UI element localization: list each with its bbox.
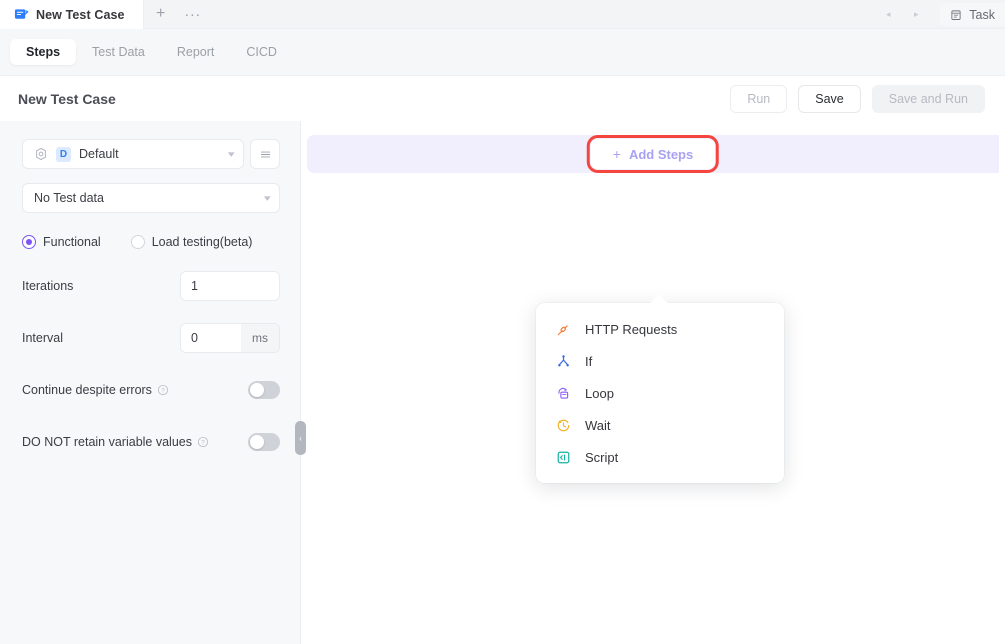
continue-despite-errors-row: Continue despite errors ? (22, 375, 280, 405)
task-chip[interactable]: Task (940, 3, 1005, 26)
test-mode-radio-group: Functional Load testing(beta) (22, 235, 280, 249)
script-icon (557, 451, 570, 463)
add-steps-banner: + Add Steps (307, 135, 999, 173)
main-area: D Default ▾ No Test data ▾ Functional Lo… (0, 121, 1005, 644)
interval-input[interactable] (181, 324, 241, 352)
interval-control: ms (180, 323, 280, 353)
menu-item-if[interactable]: If (536, 345, 784, 377)
loop-icon (558, 387, 569, 399)
chevron-down-icon: ▾ (228, 148, 236, 159)
iterations-label: Iterations (22, 279, 74, 293)
calendar-icon (951, 9, 961, 20)
environment-manage-button[interactable] (250, 139, 280, 169)
window-tab-bar-right: ◂ ▸ Task (874, 0, 1005, 29)
help-icon[interactable]: ? (157, 384, 169, 396)
test-data-value: No Test data (34, 191, 104, 205)
gear-icon (36, 147, 46, 161)
interval-row: Interval ms (22, 323, 280, 353)
menu-item-script[interactable]: Script (536, 441, 784, 473)
section-tabs: Steps Test Data Report CICD (0, 29, 1005, 76)
new-tab-button[interactable]: + (144, 0, 178, 28)
tab-steps[interactable]: Steps (10, 39, 77, 65)
environment-badge: D (56, 146, 71, 162)
do-not-retain-text: DO NOT retain variable values (22, 435, 192, 449)
environment-row: D Default ▾ (22, 139, 280, 169)
hamburger-icon (260, 151, 270, 157)
continue-despite-errors-text: Continue despite errors (22, 383, 152, 397)
page-header: New Test Case Run Save Save and Run (0, 76, 1005, 121)
add-steps-label: Add Steps (628, 146, 694, 162)
tab-report[interactable]: Report (161, 39, 231, 65)
header-actions: Run Save Save and Run (730, 84, 985, 113)
save-button[interactable]: Save (798, 84, 861, 113)
continue-despite-errors-toggle[interactable] (248, 381, 280, 399)
svg-text:?: ? (161, 388, 165, 394)
add-step-menu: HTTP Requests If Loop Wait Script (536, 303, 784, 483)
iterations-control (180, 271, 280, 301)
environment-select[interactable]: D Default ▾ (22, 139, 244, 169)
sidebar-collapse-handle[interactable]: ‹ (295, 421, 306, 455)
save-and-run-button[interactable]: Save and Run (871, 84, 985, 113)
run-button[interactable]: Run (730, 84, 788, 113)
radio-load-testing-label: Load testing(beta) (151, 235, 253, 249)
environment-value: Default (79, 147, 119, 161)
test-case-icon (14, 9, 29, 19)
svg-text:?: ? (201, 440, 205, 446)
test-data-select[interactable]: No Test data ▾ (22, 183, 280, 213)
nav-back-button[interactable]: ◂ (874, 0, 902, 29)
interval-label: Interval (22, 331, 63, 345)
http-requests-icon (557, 324, 568, 335)
menu-item-http-requests[interactable]: HTTP Requests (536, 313, 784, 345)
tab-overflow-menu-button[interactable]: ··· (178, 0, 208, 28)
document-tab-title: New Test Case (36, 7, 125, 22)
wait-clock-icon (557, 419, 570, 431)
tab-test-data[interactable]: Test Data (76, 39, 161, 65)
do-not-retain-toggle[interactable] (248, 433, 280, 451)
menu-item-label: Script (585, 449, 619, 465)
if-branch-icon (558, 354, 569, 366)
do-not-retain-label: DO NOT retain variable values ? (22, 435, 209, 449)
menu-item-label: Loop (585, 385, 614, 401)
continue-despite-errors-label: Continue despite errors ? (22, 383, 169, 397)
menu-item-loop[interactable]: Loop (536, 377, 784, 409)
menu-item-label: HTTP Requests (585, 321, 678, 337)
window-tab-bar: New Test Case + ··· ◂ ▸ Task (0, 0, 1005, 29)
interval-unit: ms (241, 324, 279, 352)
help-icon[interactable]: ? (197, 436, 209, 448)
menu-item-wait[interactable]: Wait (536, 409, 784, 441)
iterations-row: Iterations (22, 271, 280, 301)
document-tab-new-test-case[interactable]: New Test Case (0, 0, 144, 29)
plus-icon: + (612, 146, 621, 162)
chevron-down-icon: ▾ (264, 192, 272, 203)
radio-load-testing[interactable] (130, 235, 145, 249)
menu-item-label: Wait (585, 417, 611, 433)
iterations-input[interactable] (181, 272, 279, 300)
radio-functional[interactable] (22, 235, 36, 249)
settings-sidebar: D Default ▾ No Test data ▾ Functional Lo… (0, 121, 306, 644)
task-chip-label: Task (969, 7, 995, 22)
nav-forward-button[interactable]: ▸ (902, 0, 930, 29)
tab-cicd[interactable]: CICD (230, 39, 293, 65)
do-not-retain-row: DO NOT retain variable values ? (22, 427, 280, 457)
page-title: New Test Case (18, 90, 116, 107)
add-steps-button[interactable]: + Add Steps (586, 135, 720, 173)
radio-functional-label: Functional (43, 235, 101, 249)
menu-item-label: If (585, 353, 593, 369)
